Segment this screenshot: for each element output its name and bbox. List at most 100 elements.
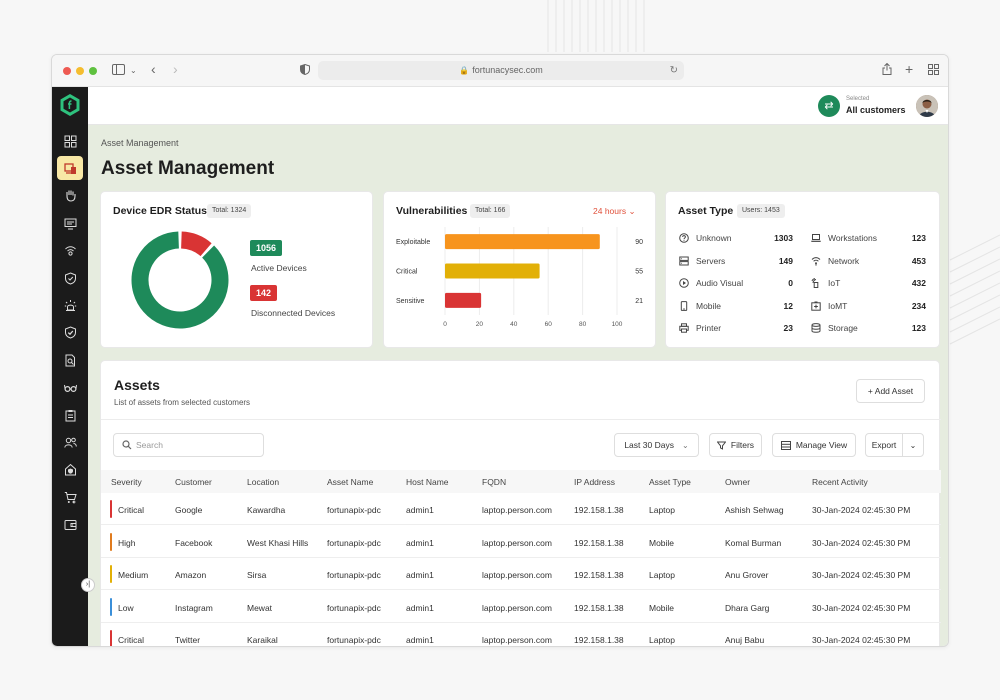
column-header-severity[interactable]: Severity bbox=[111, 477, 142, 487]
sidebar-item-alert-light[interactable] bbox=[57, 293, 83, 317]
asset-type-workstations[interactable]: Workstations 123 bbox=[811, 230, 926, 246]
sidebar-toggle-icon[interactable] bbox=[112, 63, 125, 79]
edr-status-card: Device EDR Status Total: 1324 1056 Activ… bbox=[100, 191, 373, 348]
category-label: Critical bbox=[396, 269, 418, 276]
export-options-button[interactable]: ⌄ bbox=[902, 433, 924, 457]
column-header-fqdn[interactable]: FQDN bbox=[482, 477, 506, 487]
x-tick-label: 80 bbox=[579, 321, 587, 328]
cell-customer: Amazon bbox=[175, 570, 207, 580]
table-row[interactable]: Low Instagram Mewat fortunapix-pdc admin1 lap… bbox=[101, 591, 941, 623]
customer-selector[interactable]: All customers bbox=[846, 105, 906, 115]
sidebar-item-monitor[interactable] bbox=[57, 211, 83, 235]
search-input[interactable]: Search bbox=[113, 433, 264, 457]
disconnected-devices-label: Disconnected Devices bbox=[251, 308, 336, 318]
cell-owner: Anu Grover bbox=[725, 570, 769, 580]
sidebar-item-file-search[interactable] bbox=[57, 348, 83, 372]
back-icon[interactable]: ‹ bbox=[151, 61, 156, 77]
asset-type-printer[interactable]: Printer 23 bbox=[679, 320, 793, 336]
table-row[interactable]: High Facebook West Khasi Hills fortunapix-p… bbox=[101, 526, 941, 558]
sidebar-item-shield[interactable] bbox=[57, 266, 83, 290]
reload-icon[interactable]: ↻ bbox=[670, 61, 678, 80]
forward-icon[interactable]: › bbox=[173, 61, 178, 77]
table-row[interactable]: Critical Google Kawardha fortunapix-pdc admi… bbox=[101, 493, 941, 525]
cell-fqdn: laptop.person.com bbox=[482, 537, 552, 548]
tab-overview-icon[interactable] bbox=[928, 63, 939, 79]
chevron-down-icon[interactable]: ⌄ bbox=[130, 63, 137, 79]
question-icon bbox=[679, 233, 689, 243]
cell-type: Mobile bbox=[649, 537, 675, 548]
cell-type: Laptop bbox=[649, 505, 675, 515]
export-button[interactable]: Export bbox=[865, 433, 903, 457]
fortuna-logo[interactable] bbox=[59, 93, 81, 117]
column-header-host-name[interactable]: Host Name bbox=[406, 477, 449, 487]
column-header-customer[interactable]: Customer bbox=[175, 477, 212, 487]
column-header-location[interactable]: Location bbox=[247, 477, 279, 487]
cell-activity: 30-Jan-2024 02:45:30 PM bbox=[812, 570, 911, 580]
sidebar-item-home-shield[interactable] bbox=[57, 458, 83, 482]
asset-type-servers[interactable]: Servers 149 bbox=[679, 253, 793, 269]
sidebar-item-users[interactable] bbox=[57, 430, 83, 454]
cell-owner: Ashish Sehwag bbox=[725, 505, 784, 515]
asset-type-count: 234 bbox=[911, 300, 926, 311]
asset-type-name: Storage bbox=[828, 323, 858, 333]
asset-type-storage[interactable]: Storage 123 bbox=[811, 320, 926, 336]
category-label: Sensitive bbox=[396, 298, 425, 305]
asset-type-audio-visual[interactable]: Audio Visual 0 bbox=[679, 275, 793, 291]
edr-total-badge: Total: 1324 bbox=[207, 204, 252, 218]
cell-severity: Critical bbox=[118, 505, 144, 515]
sidebar-item-clipboard[interactable] bbox=[57, 403, 83, 427]
asset-type-count: 123 bbox=[911, 233, 926, 243]
sidebar-item-wallet[interactable] bbox=[57, 513, 83, 537]
date-range-dropdown[interactable]: Last 30 Days ⌄ bbox=[614, 433, 699, 457]
user-avatar[interactable] bbox=[916, 95, 938, 117]
sidebar-item-hand[interactable] bbox=[57, 184, 83, 208]
privacy-shield-icon[interactable] bbox=[300, 63, 310, 79]
asset-type-iot[interactable]: IoT 432 bbox=[811, 275, 926, 291]
column-header-asset-type[interactable]: Asset Type bbox=[649, 477, 691, 487]
sidebar-item-wireless[interactable] bbox=[57, 239, 83, 263]
browser-toolbar: ⌄ ‹ › 🔒 fortunacysec.com ↻ + bbox=[52, 55, 948, 87]
switch-customer-icon[interactable]: ⇄ bbox=[818, 95, 840, 117]
breadcrumb[interactable]: Asset Management bbox=[101, 138, 179, 148]
asset-type-unknown[interactable]: Unknown 1303 bbox=[679, 230, 793, 246]
cell-customer: Twitter bbox=[175, 635, 201, 645]
dashboard-icon bbox=[64, 135, 76, 147]
x-tick-label: 0 bbox=[443, 321, 447, 328]
column-header-ip-address[interactable]: IP Address bbox=[574, 477, 615, 487]
table-row[interactable]: Critical Twitter Karaikal fortunapix-pdc adm… bbox=[101, 623, 941, 646]
add-asset-button[interactable]: + Add Asset bbox=[856, 379, 925, 403]
period-dropdown[interactable]: 24 hours ⌄ bbox=[593, 206, 636, 217]
close-window-button[interactable] bbox=[63, 67, 71, 75]
cell-ip: 192.158.1.38 bbox=[574, 602, 624, 613]
column-header-recent-activity[interactable]: Recent Activity bbox=[812, 477, 868, 487]
cell-fqdn: laptop.person.com bbox=[482, 505, 552, 515]
column-header-owner[interactable]: Owner bbox=[725, 477, 750, 487]
sidebar-item-asset-devices[interactable] bbox=[57, 156, 83, 181]
table-view-icon bbox=[780, 440, 791, 450]
sidebar-collapse-button[interactable]: ›| bbox=[81, 578, 95, 592]
filters-label: Filters bbox=[730, 440, 755, 450]
minimize-window-button[interactable] bbox=[76, 67, 84, 75]
hand-icon bbox=[65, 190, 76, 202]
asset-type-name: Printer bbox=[696, 323, 722, 333]
search-icon bbox=[122, 440, 132, 450]
value-label: 21 bbox=[635, 298, 643, 305]
filters-button[interactable]: Filters bbox=[709, 433, 762, 457]
sidebar-item-glasses[interactable] bbox=[57, 376, 83, 400]
column-header-asset-name[interactable]: Asset Name bbox=[327, 477, 373, 487]
share-icon[interactable] bbox=[882, 62, 892, 79]
monitor-icon bbox=[64, 218, 76, 230]
sidebar-item-dashboard[interactable] bbox=[57, 129, 83, 153]
sidebar-item-cart-plus[interactable] bbox=[57, 485, 83, 509]
manage-view-button[interactable]: Manage View bbox=[772, 433, 856, 457]
asset-type-network[interactable]: Network 453 bbox=[811, 253, 926, 269]
table-row[interactable]: Medium Amazon Sirsa fortunapix-pdc admin1 lap… bbox=[101, 558, 941, 590]
active-devices-label: Active Devices bbox=[251, 263, 307, 273]
sidebar-item-shield-check[interactable] bbox=[57, 321, 83, 345]
maximize-window-button[interactable] bbox=[89, 67, 97, 75]
asset-type-mobile[interactable]: Mobile 12 bbox=[679, 298, 793, 314]
new-tab-icon[interactable]: + bbox=[905, 61, 913, 77]
asset-type-iomt[interactable]: IoMT 234 bbox=[811, 298, 926, 314]
bar-critical bbox=[445, 263, 540, 279]
address-bar[interactable]: 🔒 fortunacysec.com ↻ bbox=[318, 61, 684, 80]
